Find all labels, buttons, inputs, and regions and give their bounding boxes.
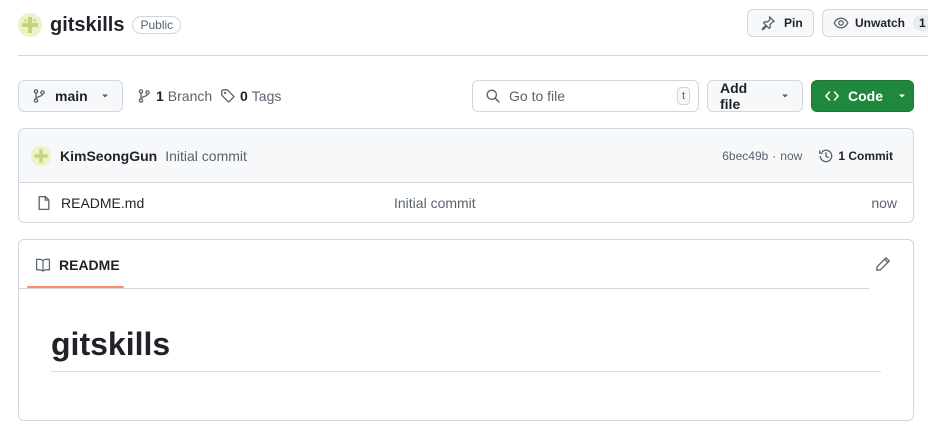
file-age: now [871, 195, 897, 211]
readme-heading-divider [51, 371, 881, 372]
search-icon [485, 88, 501, 104]
book-icon [35, 257, 51, 273]
tags-link[interactable]: 0 Tags [220, 87, 281, 105]
latest-commit-bar: KimSeongGun Initial commit 6bec49b · now… [19, 129, 913, 183]
add-file-label: Add file [720, 80, 748, 112]
repo-name[interactable]: gitskills [50, 14, 124, 37]
author-avatar[interactable] [31, 145, 51, 166]
active-tab-indicator [27, 286, 124, 288]
file-commit-message[interactable]: Initial commit [394, 195, 871, 211]
code-button[interactable]: Code [811, 80, 914, 112]
file-name[interactable]: README.md [61, 195, 394, 211]
branches-link[interactable]: 1 Branch [136, 87, 212, 105]
edit-readme-button[interactable] [875, 256, 891, 272]
commit-author[interactable]: KimSeongGun [60, 148, 157, 164]
commit-hash[interactable]: 6bec49b [722, 149, 768, 163]
git-branch-icon [31, 88, 47, 104]
chevron-down-icon [780, 91, 790, 101]
chevron-down-icon [100, 91, 110, 101]
pencil-icon [875, 256, 891, 272]
visibility-badge: Public [132, 16, 182, 34]
add-file-button[interactable]: Add file [707, 80, 803, 112]
chevron-down-icon [897, 91, 907, 101]
history-icon [818, 148, 834, 164]
readme-header: README [19, 240, 869, 289]
go-to-file-search[interactable]: Go to file t [472, 80, 699, 112]
unwatch-label: Unwatch [855, 16, 906, 30]
commit-time: now [780, 148, 803, 163]
readme-panel: README gitskills [18, 239, 914, 421]
eye-icon [833, 15, 849, 31]
commit-history-link[interactable]: 1 Commit [818, 148, 893, 164]
pin-button[interactable]: Pin [747, 9, 814, 37]
readme-tab-label: README [59, 257, 120, 273]
commit-count: 1 Commit [838, 148, 893, 163]
branch-word: Branch [167, 88, 213, 104]
branch-name: main [55, 88, 88, 104]
table-row: README.md Initial commit now [19, 183, 913, 223]
readme-heading: gitskills [51, 326, 171, 362]
code-label: Code [848, 88, 883, 104]
file-icon [36, 195, 52, 211]
commit-separator: · [772, 148, 777, 163]
branch-selector[interactable]: main [18, 80, 123, 112]
identicon-avatar[interactable] [18, 13, 42, 37]
readme-tab[interactable]: README [35, 256, 120, 274]
git-branch-icon [136, 88, 152, 104]
repo-header: gitskills Public [18, 12, 182, 38]
pin-icon [760, 15, 776, 31]
watch-count: 1 [913, 15, 928, 31]
unwatch-button[interactable]: Unwatch 1 [822, 9, 928, 37]
code-icon [824, 88, 840, 104]
tag-icon [220, 88, 236, 104]
shortcut-key: t [676, 87, 690, 105]
file-browser: KimSeongGun Initial commit 6bec49b · now… [18, 128, 914, 223]
commit-message[interactable]: Initial commit [165, 148, 247, 164]
branch-count: 1 [156, 88, 164, 104]
tag-word: Tags [251, 88, 282, 104]
header-divider [18, 55, 928, 56]
tag-count: 0 [240, 88, 248, 104]
search-placeholder: Go to file [509, 88, 566, 104]
pin-label: Pin [784, 16, 803, 30]
